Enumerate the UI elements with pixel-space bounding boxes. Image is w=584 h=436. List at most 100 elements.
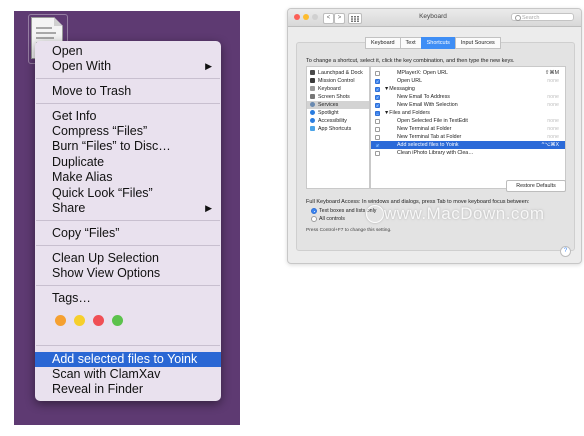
spotlight-icon: [310, 110, 315, 115]
menu-item-label: Tags…: [52, 291, 91, 305]
tab-keyboard[interactable]: Keyboard: [365, 37, 401, 49]
shortcut-key[interactable]: none: [547, 117, 559, 125]
forward-button[interactable]: >: [334, 13, 345, 24]
menu-separator: [36, 345, 220, 346]
shortcut-row[interactable]: MPlayerX: Open URL ⇧⌘M: [371, 69, 565, 77]
menu-item-label: Add selected files to Yoink: [52, 352, 198, 366]
category-keyboard[interactable]: Keyboard: [307, 85, 369, 93]
category-label: Services: [318, 102, 339, 108]
tag-red-dot[interactable]: [93, 315, 104, 326]
category-screen-shots[interactable]: Screen Shots: [307, 93, 369, 101]
shortcut-key[interactable]: ^⌥⌘X: [542, 141, 559, 149]
category-launchpad-dock[interactable]: Launchpad & Dock: [307, 69, 369, 77]
shortcut-list: MPlayerX: Open URL ⇧⌘M ✓ Open URL none ✓ ▼Me…: [370, 66, 566, 189]
menu-item-open-with[interactable]: Open With ▶: [35, 59, 221, 74]
shortcut-row[interactable]: New Terminal Tab at Folder none: [371, 133, 565, 141]
tab-shortcuts[interactable]: Shortcuts: [420, 37, 456, 49]
shortcut-row-yoink[interactable]: ✓ Add selected files to Yoink ^⌥⌘X: [371, 141, 565, 149]
shortcut-key[interactable]: none: [547, 133, 559, 141]
back-button[interactable]: <: [323, 13, 334, 24]
shortcut-row[interactable]: ✓ New Email With Selection none: [371, 101, 565, 109]
radio-text-boxes-lists[interactable]: [311, 208, 317, 214]
menu-item-share[interactable]: Share ▶: [35, 201, 221, 216]
menu-item-show-view-options[interactable]: Show View Options: [35, 266, 221, 281]
tag-orange-dot[interactable]: [55, 315, 66, 326]
menu-item-make-alias[interactable]: Make Alias: [35, 170, 221, 185]
menu-item-label: Quick Look “Files”: [52, 186, 153, 200]
shortcut-checkbox[interactable]: ✓: [375, 94, 380, 100]
menu-item-quick-look[interactable]: Quick Look “Files”: [35, 186, 221, 201]
shortcut-label: Open URL: [397, 78, 423, 84]
screenshot-icon: [310, 94, 315, 99]
tab-input-sources[interactable]: Input Sources: [454, 37, 501, 49]
shortcut-checkbox[interactable]: [375, 150, 380, 156]
shortcut-row[interactable]: Clean iPhoto Library with Clea…: [371, 149, 565, 157]
grid-icon[interactable]: [348, 13, 362, 24]
tab-text[interactable]: Text: [399, 37, 422, 49]
category-label: Mission Control: [318, 78, 355, 84]
shortcut-key[interactable]: ⇧⌘M: [545, 69, 559, 77]
tag-yellow-dot[interactable]: [74, 315, 85, 326]
shortcut-checkbox[interactable]: [375, 118, 380, 124]
menu-item-tags[interactable]: Tags…: [35, 291, 221, 306]
zoom-window-button[interactable]: [312, 14, 318, 20]
minimize-window-button[interactable]: [303, 14, 309, 20]
menu-item-copy[interactable]: Copy “Files”: [35, 226, 221, 241]
shortcut-label: New Email To Address: [397, 94, 450, 100]
watermark-logo-icon: [366, 205, 384, 223]
group-checkbox-mixed[interactable]: –: [375, 110, 380, 116]
accessibility-icon: [310, 118, 315, 123]
shortcut-checkbox[interactable]: [375, 134, 380, 140]
shortcut-row[interactable]: New Terminal at Folder none: [371, 125, 565, 133]
category-spotlight[interactable]: Spotlight: [307, 109, 369, 117]
category-accessibility[interactable]: Accessibility: [307, 117, 369, 125]
menu-item-burn[interactable]: Burn “Files” to Disc…: [35, 139, 221, 154]
radio-all-controls[interactable]: [311, 216, 317, 222]
shortcut-label: Add selected files to Yoink: [397, 142, 459, 148]
menu-item-reveal-in-finder[interactable]: Reveal in Finder: [35, 382, 221, 397]
menu-item-label: Duplicate: [52, 155, 105, 169]
shortcut-row[interactable]: Open Selected File in TextEdit none: [371, 117, 565, 125]
menu-item-label: Copy “Files”: [52, 226, 120, 240]
menu-item-open[interactable]: Open: [35, 44, 221, 59]
menu-item-clean-up-selection[interactable]: Clean Up Selection: [35, 251, 221, 266]
help-button[interactable]: ?: [560, 246, 571, 257]
category-list: Launchpad & Dock Mission Control Keyboar…: [306, 66, 370, 189]
menu-item-get-info[interactable]: Get Info: [35, 109, 221, 124]
shortcut-group-row[interactable]: ✓ ▼Messaging: [371, 85, 565, 93]
menu-item-scan-clamxav[interactable]: Scan with ClamXav: [35, 367, 221, 382]
shortcut-label: Clean iPhoto Library with Clea…: [397, 150, 474, 156]
shortcut-key[interactable]: none: [547, 77, 559, 85]
launchpad-icon: [310, 70, 315, 75]
radio-label: All controls: [319, 216, 345, 222]
menu-item-label: Move to Trash: [52, 84, 132, 98]
tag-green-dot[interactable]: [112, 315, 123, 326]
restore-defaults-button[interactable]: Restore Defaults: [506, 180, 566, 192]
grid-icon-glyph: [351, 15, 359, 22]
category-mission-control[interactable]: Mission Control: [307, 77, 369, 85]
close-window-button[interactable]: [294, 14, 300, 20]
shortcut-checkbox[interactable]: ✓: [375, 102, 380, 108]
shortcut-checkbox[interactable]: ✓: [375, 78, 380, 84]
shortcut-key[interactable]: none: [547, 93, 559, 101]
menu-separator: [36, 220, 220, 221]
group-checkbox[interactable]: ✓: [375, 86, 380, 92]
menu-item-move-to-trash[interactable]: Move to Trash: [35, 84, 221, 99]
shortcut-row[interactable]: ✓ New Email To Address none: [371, 93, 565, 101]
app-shortcuts-icon: [310, 126, 315, 131]
menu-item-label: Get Info: [52, 109, 97, 123]
shortcut-key[interactable]: none: [547, 101, 559, 109]
category-services[interactable]: Services: [307, 101, 369, 109]
shortcut-row[interactable]: ✓ Open URL none: [371, 77, 565, 85]
shortcut-checkbox[interactable]: ✓: [375, 142, 380, 148]
category-label: Spotlight: [318, 110, 339, 116]
shortcut-checkbox[interactable]: [375, 126, 380, 132]
menu-item-duplicate[interactable]: Duplicate: [35, 155, 221, 170]
shortcut-group-row[interactable]: – ▼Files and Folders: [371, 109, 565, 117]
menu-separator: [36, 245, 220, 246]
shortcut-checkbox[interactable]: [375, 70, 380, 76]
shortcut-key[interactable]: none: [547, 125, 559, 133]
category-app-shortcuts[interactable]: App Shortcuts: [307, 125, 369, 133]
menu-item-compress[interactable]: Compress “Files”: [35, 124, 221, 139]
menu-item-add-to-yoink[interactable]: Add selected files to Yoink: [35, 352, 221, 367]
